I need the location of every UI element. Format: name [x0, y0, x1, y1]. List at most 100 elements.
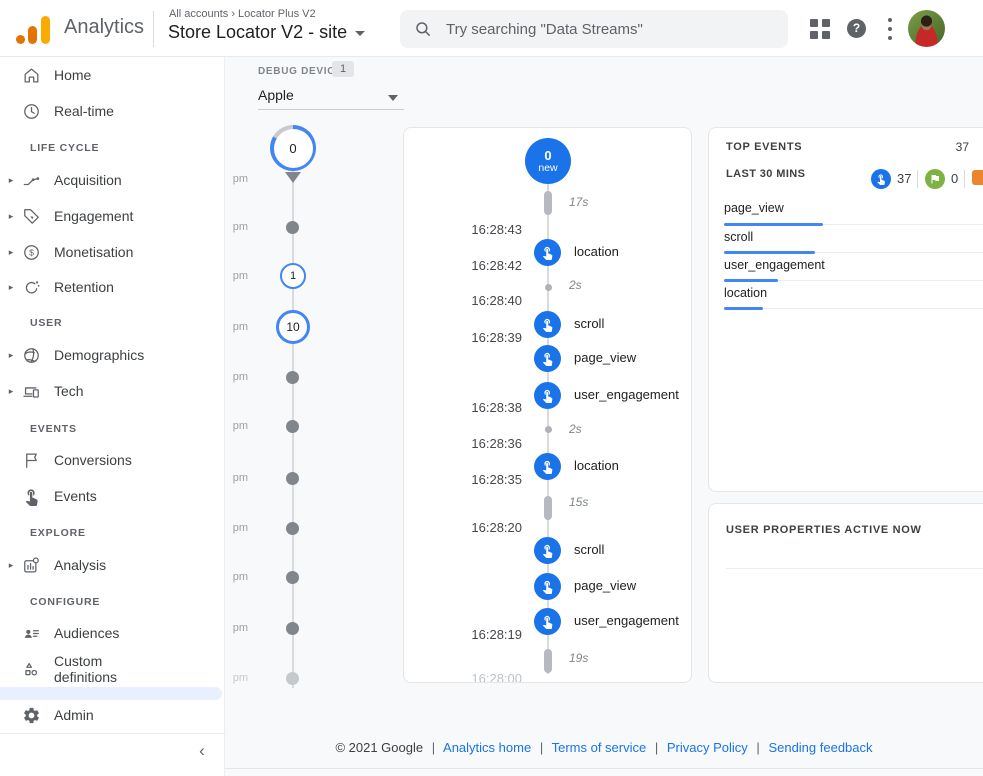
select-underline	[258, 109, 404, 110]
event-touch-icon[interactable]	[534, 573, 561, 600]
new-events-circle[interactable]: 0 new	[525, 138, 571, 184]
more-options-icon[interactable]	[888, 18, 892, 40]
sidebar-item-conversions[interactable]: Conversions	[0, 442, 225, 478]
breadcrumb-current[interactable]: Locator Plus V2	[238, 8, 316, 20]
topbar-divider	[153, 11, 154, 47]
search-placeholder: Try searching "Data Streams"	[446, 21, 643, 38]
last-30-mins-label: LAST 30 MINS	[726, 168, 805, 180]
minute-circle[interactable]: 1	[280, 263, 306, 289]
event-count-bar	[724, 223, 823, 226]
sidebar-item-custom-definitions[interactable]: Custom definitions	[0, 647, 225, 691]
sidebar-item-tech[interactable]: ▸ Tech	[0, 373, 225, 409]
event-count-bar	[724, 251, 815, 254]
expand-arrow-icon[interactable]: ▸	[0, 175, 22, 186]
event-name[interactable]: scroll	[574, 542, 604, 558]
event-time: 16:28:19	[424, 627, 522, 643]
event-name[interactable]: user_engagement	[574, 387, 679, 403]
sidebar-item-home[interactable]: Home	[0, 57, 225, 93]
event-touch-icon[interactable]	[534, 345, 561, 372]
expand-arrow-icon[interactable]: ▸	[0, 282, 22, 293]
conversion-flag-icon	[925, 169, 945, 189]
timeline-position-marker[interactable]	[285, 172, 301, 183]
expand-arrow-icon[interactable]: ▸	[0, 247, 22, 258]
minute-dot[interactable]	[286, 571, 299, 584]
card-divider	[726, 568, 983, 569]
clock-icon	[22, 102, 54, 121]
event-name[interactable]: scroll	[574, 316, 604, 332]
apps-grid-icon[interactable]	[810, 19, 830, 39]
top-event-row-name[interactable]: user_engagement	[724, 257, 825, 273]
event-touch-icon[interactable]	[534, 453, 561, 480]
top-event-row-name[interactable]: location	[724, 285, 767, 301]
minute-dot[interactable]	[286, 622, 299, 635]
collapse-sidebar-icon[interactable]: ‹	[190, 739, 214, 763]
event-time: 16:28:00	[424, 671, 522, 683]
sidebar-item-retention[interactable]: ▸ Retention	[0, 269, 225, 305]
gap-duration: 15s	[569, 494, 588, 510]
event-name[interactable]: page_view	[574, 578, 636, 594]
minute-circle-current[interactable]: 0	[270, 125, 316, 171]
expand-arrow-icon[interactable]: ▸	[0, 211, 22, 222]
expand-arrow-icon[interactable]: ▸	[0, 350, 22, 361]
sidebar-item-real-time[interactable]: Real-time	[0, 93, 225, 129]
footer-link-privacy[interactable]: Privacy Policy	[667, 740, 748, 755]
event-touch-icon[interactable]	[534, 537, 561, 564]
property-selector[interactable]: Store Locator V2 - site	[168, 22, 365, 43]
expand-arrow-icon[interactable]: ▸	[0, 386, 22, 397]
footer-link-feedback[interactable]: Sending feedback	[768, 740, 872, 755]
top-event-row-name[interactable]: page_view	[724, 200, 784, 216]
debug-device-select[interactable]: Apple	[258, 87, 404, 109]
dollar-circle-icon: $	[22, 243, 54, 262]
minute-dot[interactable]	[286, 221, 299, 234]
stat-divider	[964, 170, 965, 188]
event-name[interactable]: page_view	[574, 350, 636, 366]
breadcrumb-root[interactable]: All accounts	[169, 8, 228, 20]
footer-link-terms[interactable]: Terms of service	[552, 740, 647, 755]
minute-circle[interactable]: 10	[276, 310, 310, 344]
search-input[interactable]: Try searching "Data Streams"	[400, 10, 788, 48]
sidebar-item-events[interactable]: Events	[0, 478, 225, 514]
minute-dot[interactable]	[286, 522, 299, 535]
event-stream-card: 0 new 17s 16:28:43 location 16:28:42 2s …	[403, 127, 692, 683]
event-time: 16:28:40	[424, 293, 522, 309]
top-event-row-name[interactable]: scroll	[724, 229, 753, 245]
property-title[interactable]: Store Locator V2 - site	[168, 22, 347, 42]
sidebar-item-demographics[interactable]: ▸ Demographics	[0, 337, 225, 373]
footer-link-analytics-home[interactable]: Analytics home	[443, 740, 531, 755]
minute-dot[interactable]	[286, 472, 299, 485]
top-events-total-count: 37	[956, 140, 969, 154]
sidebar-item-admin[interactable]: Admin	[0, 697, 225, 733]
acquisition-icon	[22, 171, 54, 190]
sidebar-item-analysis[interactable]: ▸ Analysis	[0, 547, 225, 583]
help-icon[interactable]: ?	[847, 19, 866, 38]
event-name[interactable]: location	[574, 244, 619, 260]
event-name[interactable]: location	[574, 458, 619, 474]
google-analytics-logo-icon[interactable]	[16, 14, 52, 44]
shapes-icon	[22, 660, 54, 679]
sidebar-item-audiences[interactable]: Audiences	[0, 615, 225, 651]
event-touch-icon[interactable]	[534, 311, 561, 338]
globe-icon	[22, 346, 54, 365]
gap-duration: 17s	[569, 194, 588, 210]
sidebar-item-engagement[interactable]: ▸ Engagement	[0, 198, 225, 234]
minute-dot[interactable]	[286, 672, 299, 685]
caret-down-icon[interactable]	[388, 95, 398, 101]
sidebar-item-monetisation[interactable]: ▸ $ Monetisation	[0, 234, 225, 270]
minute-dot[interactable]	[286, 371, 299, 384]
sidebar-item-acquisition[interactable]: ▸ Acquisition	[0, 162, 225, 198]
user-avatar[interactable]	[908, 10, 945, 47]
breadcrumb[interactable]: All accounts›Locator Plus V2	[169, 8, 316, 20]
event-touch-icon[interactable]	[534, 608, 561, 635]
event-name[interactable]: user_engagement	[574, 613, 679, 629]
expand-arrow-icon[interactable]: ▸	[0, 560, 22, 571]
minute-dot[interactable]	[286, 420, 299, 433]
event-count-bar	[724, 307, 763, 310]
section-header-explore: EXPLORE	[30, 522, 220, 544]
event-touch-icon[interactable]	[534, 382, 561, 409]
search-icon	[414, 20, 432, 38]
event-touch-icon[interactable]	[534, 239, 561, 266]
user-properties-title: USER PROPERTIES ACTIVE NOW	[726, 524, 922, 536]
brand-name: Analytics	[64, 16, 144, 39]
section-header-life-cycle: LIFE CYCLE	[30, 137, 220, 159]
error-stat-icon	[972, 170, 983, 185]
